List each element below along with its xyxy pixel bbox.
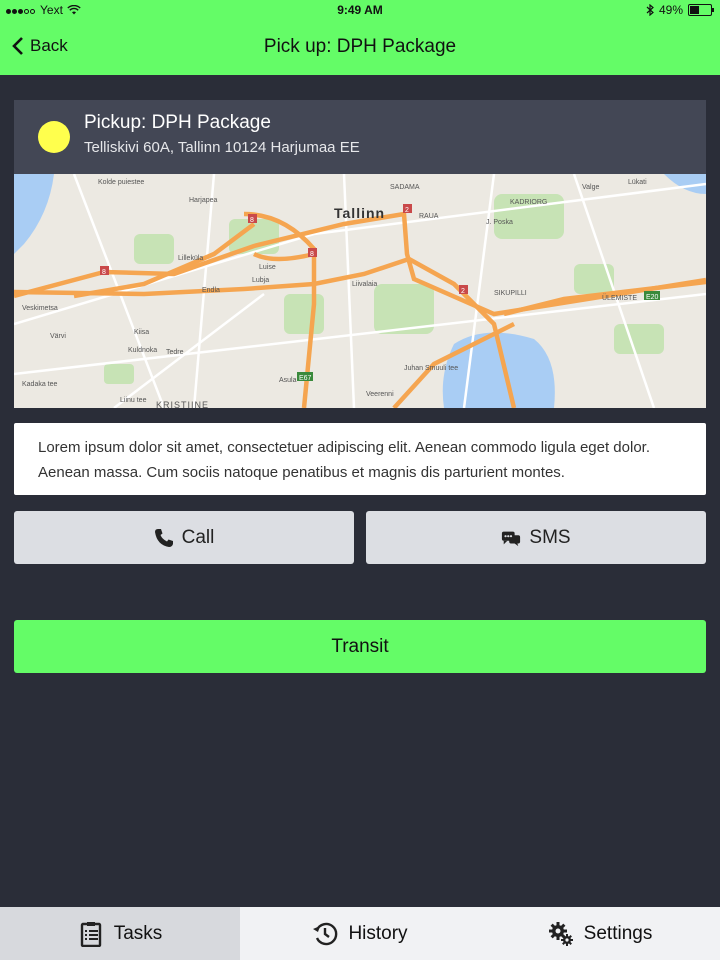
transit-label: Transit <box>331 635 389 657</box>
status-dot <box>38 121 70 153</box>
svg-text:Tallinn: Tallinn <box>334 205 385 221</box>
svg-text:Lükati: Lükati <box>628 179 647 186</box>
svg-text:RAUA: RAUA <box>419 213 439 220</box>
svg-text:Liivalaia: Liivalaia <box>352 281 377 288</box>
transit-button[interactable]: Transit <box>14 620 706 673</box>
svg-text:8: 8 <box>102 269 106 276</box>
svg-text:Veerenni: Veerenni <box>366 391 394 398</box>
svg-text:Kuldnoka: Kuldnoka <box>128 347 157 354</box>
svg-text:Lubja: Lubja <box>252 277 269 284</box>
tab-tasks[interactable]: Tasks <box>0 907 240 960</box>
svg-text:Tedre: Tedre <box>166 349 184 356</box>
clipboard-icon <box>80 921 101 947</box>
svg-text:Luise: Luise <box>259 264 276 271</box>
tab-bar: Tasks History Settings <box>0 907 720 960</box>
svg-text:Kadaka tee: Kadaka tee <box>22 381 58 388</box>
svg-text:Veskimetsa: Veskimetsa <box>22 305 58 312</box>
map-canvas: 8 8 8 2 2 E67 E20 Tallinn Kolde puiestee… <box>14 174 706 408</box>
clock-history-icon <box>313 922 338 945</box>
svg-text:SADAMA: SADAMA <box>390 184 420 191</box>
tab-history-label: History <box>348 922 408 944</box>
chat-bubbles-icon <box>502 531 521 546</box>
svg-text:2: 2 <box>405 207 409 214</box>
svg-text:Juhan Smuuli tee: Juhan Smuuli tee <box>404 365 458 372</box>
svg-text:2: 2 <box>461 288 465 295</box>
svg-text:8: 8 <box>310 251 314 258</box>
status-time: 9:49 AM <box>337 3 383 17</box>
page-title: Pick up: DPH Package <box>263 36 457 57</box>
battery-icon <box>688 4 714 16</box>
status-right: 49% <box>646 3 714 17</box>
description-card: Lorem ipsum dolor sit amet, consectetuer… <box>14 423 706 495</box>
pickup-title: Pickup: DPH Package <box>84 112 271 133</box>
battery-percent: 49% <box>658 3 683 17</box>
sms-label: SMS <box>529 526 571 548</box>
svg-text:Värvi: Värvi <box>50 333 66 340</box>
gears-icon <box>548 921 573 946</box>
svg-text:Endla: Endla <box>202 287 220 294</box>
svg-text:Harjapea: Harjapea <box>189 197 218 204</box>
pickup-address: Telliskivi 60A, Tallinn 10124 Harjumaa E… <box>84 139 360 156</box>
svg-text:ÜLEMISTE: ÜLEMISTE <box>602 294 637 302</box>
tab-settings-label: Settings <box>583 922 653 944</box>
tab-tasks-label: Tasks <box>113 922 163 944</box>
status-bar: Yext 9:49 AM 49% <box>0 0 720 20</box>
tab-settings[interactable]: Settings <box>480 907 720 960</box>
call-button[interactable]: Call <box>14 511 354 564</box>
svg-text:E67: E67 <box>299 375 312 382</box>
svg-text:E20: E20 <box>646 294 659 301</box>
description-text: Lorem ipsum dolor sit amet, consectetuer… <box>38 439 651 481</box>
svg-text:Valge: Valge <box>582 184 599 191</box>
nav-bar: Back Pick up: DPH Package <box>0 20 720 75</box>
bluetooth-icon <box>646 4 654 16</box>
tab-history[interactable]: History <box>240 907 480 960</box>
svg-text:J. Poska: J. Poska <box>486 219 513 226</box>
pickup-header: Pickup: DPH Package Telliskivi 60A, Tall… <box>14 100 706 174</box>
svg-text:Asula: Asula <box>279 377 297 384</box>
svg-text:Kiisa: Kiisa <box>134 329 149 336</box>
svg-text:Kolde puiestee: Kolde puiestee <box>98 179 144 186</box>
svg-text:Liinu tee: Liinu tee <box>120 397 147 404</box>
svg-text:Lilleküla: Lilleküla <box>178 255 203 262</box>
svg-text:SIKUPILLI: SIKUPILLI <box>494 290 527 297</box>
svg-text:8: 8 <box>250 217 254 224</box>
phone-icon <box>154 528 173 547</box>
svg-text:KRISTIINE: KRISTIINE <box>156 400 209 408</box>
sms-button[interactable]: SMS <box>366 511 706 564</box>
svg-text:KADRIORG: KADRIORG <box>510 199 547 206</box>
call-label: Call <box>181 526 215 548</box>
map-view[interactable]: 8 8 8 2 2 E67 E20 Tallinn Kolde puiestee… <box>14 174 706 408</box>
